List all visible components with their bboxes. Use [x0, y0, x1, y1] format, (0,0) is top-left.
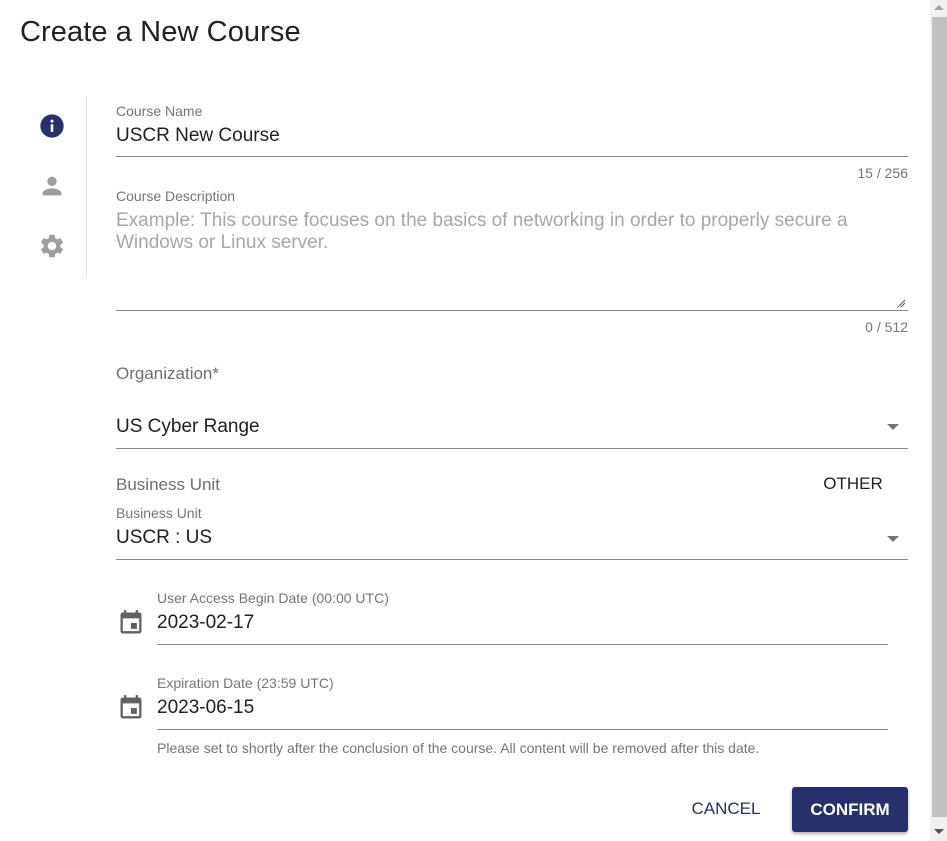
business-unit-select[interactable]: USCR : US: [116, 527, 908, 553]
expiration-date-calendar[interactable]: [117, 694, 145, 722]
create-course-dialog: Create a New Course Course Name USCR New…: [0, 0, 930, 841]
course-description-counter: 0 / 512: [865, 319, 908, 335]
course-name-underline: [116, 156, 908, 157]
confirm-button[interactable]: CONFIRM: [792, 787, 908, 832]
scroll-thumb[interactable]: [932, 17, 947, 817]
expiration-date-underline: [157, 729, 888, 730]
step-info[interactable]: [38, 112, 66, 140]
course-description-label: Course Description: [116, 188, 236, 204]
dialog-title: Create a New Course: [20, 16, 301, 48]
business-unit-section-label: Business Unit: [116, 475, 220, 494]
step-users[interactable]: [38, 172, 66, 200]
course-name-label: Course Name: [116, 103, 203, 119]
gear-icon: [41, 234, 63, 258]
begin-date-input[interactable]: 2023-02-17: [157, 612, 888, 638]
person-icon: [42, 176, 62, 196]
course-name-input[interactable]: USCR New Course: [116, 125, 908, 151]
business-unit-dropdown-icon[interactable]: [887, 536, 899, 542]
calendar-icon: [120, 695, 142, 719]
calendar-icon: [120, 610, 142, 634]
resize-handle-icon[interactable]: [896, 298, 906, 308]
scroll-down-arrow-icon[interactable]: [934, 829, 944, 834]
course-name-counter: 15 / 256: [857, 165, 908, 181]
cancel-button[interactable]: CANCEL: [678, 790, 774, 828]
business-unit-label: Business Unit: [116, 505, 202, 521]
begin-date-underline: [157, 644, 888, 645]
organization-select[interactable]: US Cyber Range: [116, 416, 908, 442]
expiration-date-hint: Please set to shortly after the conclusi…: [157, 740, 760, 756]
expiration-date-label: Expiration Date (23:59 UTC): [157, 675, 334, 691]
scrollbar[interactable]: [930, 0, 947, 841]
stepper: [0, 96, 87, 276]
organization-dropdown-icon[interactable]: [887, 424, 899, 430]
business-unit-underline: [116, 559, 908, 560]
begin-date-calendar[interactable]: [117, 609, 145, 637]
course-description-textarea[interactable]: Example: This course focuses on the basi…: [116, 210, 896, 302]
info-icon: [40, 114, 64, 138]
organization-underline: [116, 448, 908, 449]
step-settings[interactable]: [38, 232, 66, 260]
expiration-date-input[interactable]: 2023-06-15: [157, 697, 888, 723]
business-unit-other-button[interactable]: OTHER: [816, 474, 890, 496]
organization-label: Organization*: [116, 364, 220, 383]
course-description-underline: [116, 310, 908, 311]
begin-date-label: User Access Begin Date (00:00 UTC): [157, 590, 389, 606]
scroll-up-arrow-icon[interactable]: [934, 5, 944, 10]
